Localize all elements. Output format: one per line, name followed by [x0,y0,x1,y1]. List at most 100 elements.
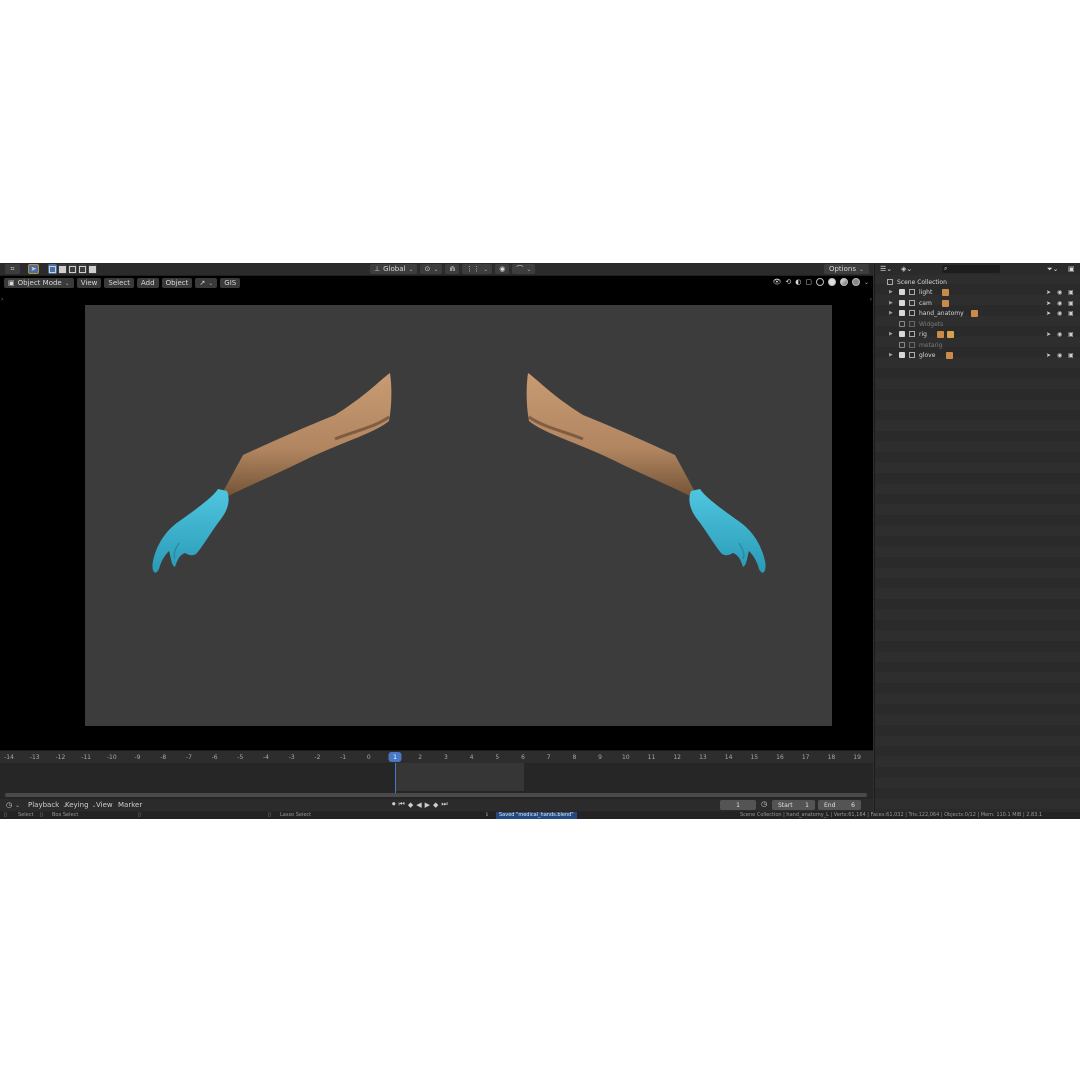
render-icon[interactable]: ▣ [1068,300,1074,307]
select-tool-button[interactable]: ➤ [28,264,39,274]
outliner-row-widgets[interactable]: Widgets [875,319,1080,329]
display-mode-icon[interactable]: ◈⌄ [901,265,912,273]
next-keyframe-icon[interactable]: ◆ [433,801,438,809]
exclude-checkbox[interactable] [899,321,905,327]
render-icon[interactable]: ▣ [1068,310,1074,317]
visibility-selectability-icon[interactable]: 👁 [772,278,781,286]
wireframe-shading-icon[interactable] [815,278,824,286]
outliner-row-glove[interactable]: ▶ glove ➤ ◉ ▣ [875,350,1080,360]
render-icon[interactable]: ▣ [1068,331,1074,338]
menu-timeline-view[interactable]: View [96,800,113,810]
falloff-dropdown[interactable]: ⌒ ⌄ [512,264,536,274]
selectable-icon[interactable]: ➤ [1046,352,1051,359]
snap-target-dropdown[interactable]: ⋮⋮ ⌄ [462,264,493,274]
play-icon[interactable]: ▶ [425,801,430,809]
frame-ruler[interactable]: -14 -13 -12 -11 -10 -9 -8 -7 -6 -5 -4 -3 -2 -1 0 2 3 4 5 6 7… [0,751,873,763]
select-mode-new-button[interactable] [48,264,57,274]
select-mode-invert-button[interactable] [78,264,87,274]
object-mode-dropdown[interactable]: ▣ Object Mode ⌄ [4,278,74,288]
options-dropdown[interactable]: Options ⌄ [823,264,869,274]
current-frame-marker-label: 1 [393,753,397,761]
timeline-editor-type-button[interactable]: ◷ ⌄ [6,800,20,810]
3d-viewport[interactable]: ▣ Object Mode ⌄ View Select Add Object ↗… [0,276,873,750]
transform-orientation-dropdown[interactable]: ⊥ Global ⌄ [370,264,418,274]
proportional-editing-toggle[interactable]: ◉ [495,264,510,274]
jump-start-icon[interactable]: ⏮ [399,800,405,809]
expand-arrow-icon[interactable]: ▶ [889,310,893,316]
material-preview-icon[interactable] [839,278,848,286]
playhead-line[interactable] [395,763,396,793]
expand-arrow-icon[interactable]: ▶ [889,289,893,295]
search-icon: ⌕ [944,265,948,272]
solid-shading-icon[interactable] [827,278,836,286]
chevron-down-icon[interactable]: ⌄ [864,279,869,286]
select-mode-subtract-button[interactable] [68,264,77,274]
gis-options-dropdown[interactable]: ↗ ⌄ [195,278,218,288]
eye-icon[interactable]: ◉ [1057,300,1062,307]
render-icon[interactable]: ▣ [1068,352,1074,359]
exclude-checkbox[interactable] [899,310,905,316]
stopwatch-icon[interactable]: ◷ [761,800,767,808]
record-icon[interactable]: ⏺ [392,800,396,809]
outliner-row-cam[interactable]: ▶ cam ➤ ◉ ▣ [875,298,1080,308]
menu-select[interactable]: Select [104,278,134,288]
menu-add[interactable]: Add [137,278,159,288]
new-collection-icon[interactable]: ▣ [1068,265,1075,273]
toolbar-expand-icon[interactable]: › [1,296,3,303]
eye-icon[interactable]: ◉ [1057,289,1062,296]
end-frame-field[interactable]: End 6 [818,800,861,810]
pivot-point-dropdown[interactable]: ⊙ ⌄ [420,264,443,274]
xray-toggle-icon[interactable]: ▢ [805,278,812,286]
select-mode-extend-button[interactable] [58,264,67,274]
menu-playback[interactable]: Playback ⌄ [28,800,67,810]
current-frame-field[interactable]: 1 [720,800,756,810]
outliner-row-metarig[interactable]: metarig [875,340,1080,350]
timeline-editor[interactable]: -14 -13 -12 -11 -10 -9 -8 -7 -6 -5 -4 -3 -2 -1 0 2 3 4 5 6 7… [0,750,873,813]
current-frame-marker[interactable]: 1 [388,752,402,762]
selectable-icon[interactable]: ➤ [1046,300,1051,307]
expand-arrow-icon[interactable]: ▶ [889,331,893,337]
start-frame-field[interactable]: Start 1 [772,800,815,810]
exclude-checkbox[interactable] [899,300,905,306]
outliner-row-light[interactable]: ▶ light ➤ ◉ ▣ [875,287,1080,297]
menu-gis[interactable]: GIS [220,278,241,288]
outliner-scene-collection[interactable]: Scene Collection [875,277,1080,287]
selectable-icon[interactable]: ➤ [1046,310,1051,317]
menu-object[interactable]: Object [161,278,193,288]
eye-icon[interactable]: ◉ [1057,331,1062,338]
render-icon[interactable]: ▣ [1068,289,1074,296]
expand-arrow-icon[interactable]: ▶ [889,300,893,306]
outliner-row-hand-anatomy[interactable]: ▶ hand_anatomy ➤ ◉ ▣ [875,308,1080,318]
expand-arrow-icon[interactable]: ▶ [889,352,893,358]
select-mode-intersect-button[interactable] [88,264,97,274]
menu-keying[interactable]: Keying ⌄ [65,800,97,810]
timeline-tick-label: -3 [288,754,295,761]
outliner-row-rig[interactable]: ▶ rig ➤ ◉ ▣ [875,329,1080,339]
exclude-checkbox[interactable] [899,289,905,295]
menu-view[interactable]: View [76,278,102,288]
snap-toggle[interactable]: ⋒ [445,264,460,274]
exclude-checkbox[interactable] [899,352,905,358]
gizmo-toggle-icon[interactable]: ⟲ [785,278,791,286]
end-frame-value: 6 [851,801,855,809]
eye-icon[interactable]: ◉ [1057,310,1062,317]
menu-marker[interactable]: Marker [118,800,142,810]
filter-icon[interactable]: ⏷⌄ [1047,265,1058,274]
outliner-editor-type-icon[interactable]: ☰⌄ [880,265,892,273]
outliner-search-input[interactable]: ⌕ [942,265,1000,273]
exclude-checkbox[interactable] [899,342,905,348]
timeline-scrollbar[interactable] [5,793,867,797]
rendered-shading-icon[interactable] [851,278,860,286]
prev-keyframe-icon[interactable]: ◆ [408,801,413,809]
outliner-panel[interactable]: ☰⌄ ◈⌄ ⌕ ⏷⌄ ▣ Scene Collection ▶ light ➤ … [874,263,1080,812]
editor-type-button[interactable]: ⌗ [5,264,20,274]
jump-end-icon[interactable]: ⏭ [441,800,447,809]
overlays-toggle-icon[interactable]: ◐ [795,278,801,286]
play-reverse-icon[interactable]: ◀ [416,801,421,809]
sidebar-expand-icon[interactable]: ‹ [870,296,872,303]
chevron-down-icon: ⌄ [483,265,489,273]
selectable-icon[interactable]: ➤ [1046,331,1051,338]
selectable-icon[interactable]: ➤ [1046,289,1051,296]
exclude-checkbox[interactable] [899,331,905,337]
eye-icon[interactable]: ◉ [1057,352,1062,359]
